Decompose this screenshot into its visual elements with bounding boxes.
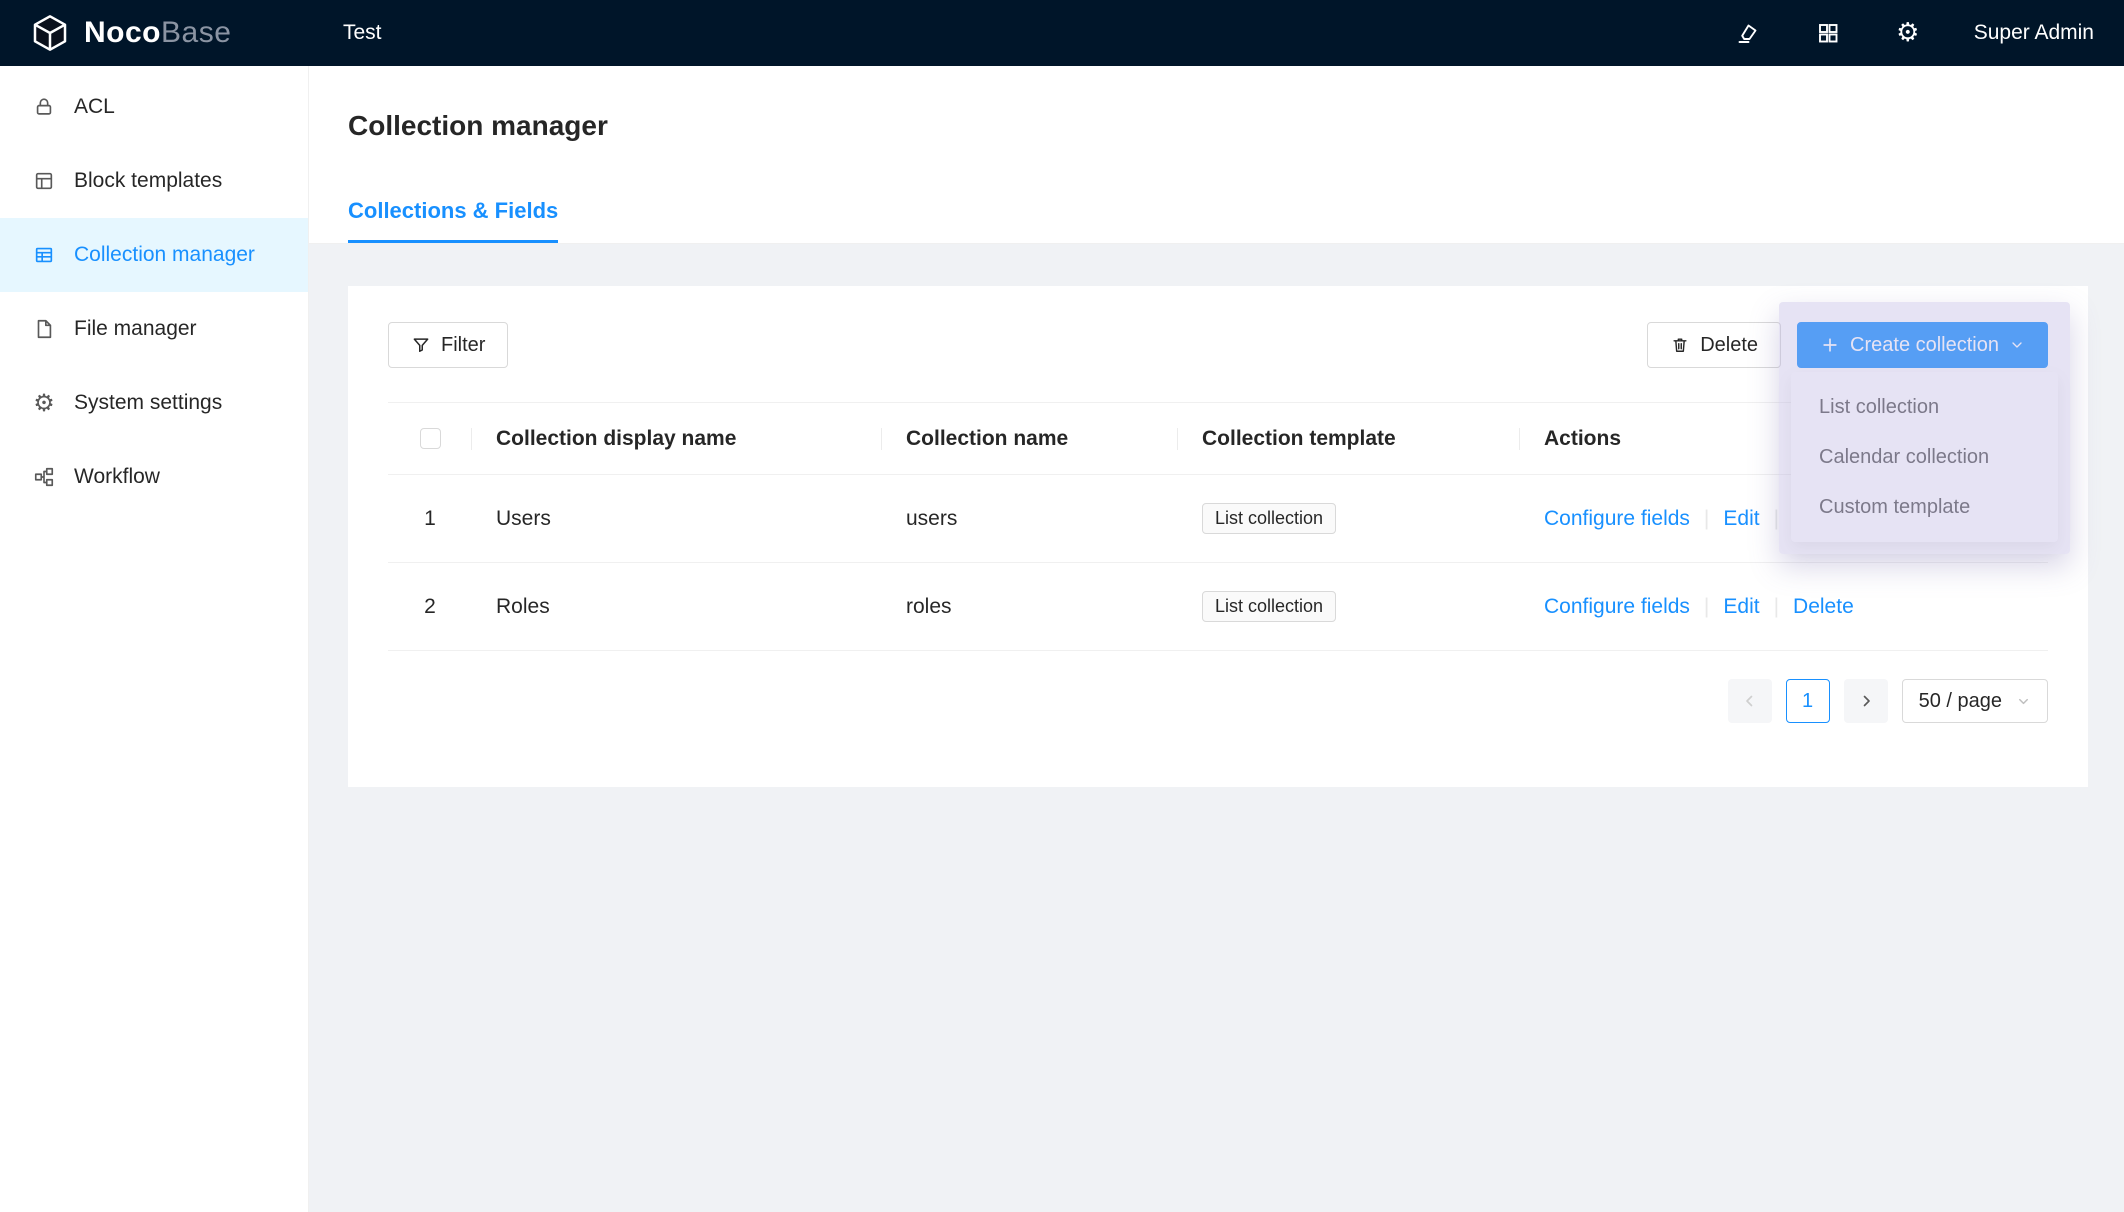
toolbar-right: Delete Create collection [1647,322,2048,368]
nocobase-logo[interactable]: NocoBase [0,13,309,53]
logo-text-secondary: Base [161,16,231,49]
tab-collections-and-fields[interactable]: Collections & Fields [348,198,558,243]
cell-display-name: Roles [472,563,882,651]
header-display-name: Collection display name [472,403,882,475]
filter-icon [411,335,431,355]
sidebar-item-label: ACL [74,95,115,119]
chevron-right-icon [1857,692,1875,710]
gear-icon: ⚙ [32,391,56,415]
page-title: Collection manager [309,66,2124,142]
page-header: Collection manager Collections & Fields [309,66,2124,244]
header-collection-name: Collection name [882,403,1178,475]
template-tag: List collection [1202,591,1336,622]
settings-gear-icon[interactable]: ⚙ [1894,19,1922,47]
create-collection-dropdown: List collection Calendar collection Cust… [1791,372,2058,542]
sidebar-item-label: Collection manager [74,243,255,267]
sidebar-item-workflow[interactable]: Workflow [0,440,308,514]
select-arrow-icon [2016,694,2031,709]
sidebar-item-label: File manager [74,317,197,341]
page-size-select[interactable]: 50 / page [1902,679,2048,723]
cell-actions: Configure fields Edit Delete [1520,563,2048,651]
tabs-bar: Collections & Fields [309,198,2124,244]
sidebar-item-label: Block templates [74,169,222,193]
lock-icon [32,95,56,119]
row-index: 1 [388,475,472,563]
logo-text-primary: Noco [84,16,161,49]
sidebar-item-acl[interactable]: ACL [0,70,308,144]
table-row: 2 Roles roles List collection Configure … [388,563,2048,651]
topbar: NocoBase Test ⚙ Super Admin [0,0,2124,66]
action-divider [1774,507,1779,530]
pagination-page-1[interactable]: 1 [1786,679,1830,723]
file-icon [32,317,56,341]
topbar-menu: Test [343,21,382,45]
chevron-left-icon [1741,692,1759,710]
sidebar-item-system-settings[interactable]: ⚙ System settings [0,366,308,440]
delete-button[interactable]: Delete [1647,322,1781,368]
topbar-right: ⚙ Super Admin [1734,19,2124,47]
action-divider [1774,595,1779,618]
create-collection-wrapper: Create collection List collection Calend… [1797,322,2048,368]
dropdown-item-list-collection[interactable]: List collection [1791,382,2058,432]
cell-collection-name: users [882,475,1178,563]
select-all-checkbox[interactable] [420,428,441,449]
pagination: 1 50 / page [388,679,2048,723]
layout-icon [32,169,56,193]
collections-card: Filter Delete [348,286,2088,787]
create-collection-button[interactable]: Create collection [1797,322,2048,368]
settings-sidebar: ACL Block templates Collection manager [0,66,309,1212]
card-toolbar: Filter Delete [388,322,2048,368]
sidebar-item-collection-manager[interactable]: Collection manager [0,218,308,292]
filter-button[interactable]: Filter [388,322,508,368]
pagination-prev-button[interactable] [1728,679,1772,723]
topbar-menu-item-test[interactable]: Test [343,21,382,44]
header-template: Collection template [1178,403,1520,475]
ui-editor-pen-icon[interactable] [1734,19,1762,47]
configure-fields-link[interactable]: Configure fields [1544,595,1690,618]
configure-fields-link[interactable]: Configure fields [1544,507,1690,530]
action-divider [1704,595,1709,618]
sidebar-item-label: Workflow [74,465,160,489]
edit-link[interactable]: Edit [1723,595,1759,618]
cell-collection-name: roles [882,563,1178,651]
delete-link[interactable]: Delete [1793,595,1854,618]
create-collection-label: Create collection [1850,334,1999,357]
delete-button-label: Delete [1700,334,1758,357]
table-icon [32,243,56,267]
template-tag: List collection [1202,503,1336,534]
row-index: 2 [388,563,472,651]
page-size-value: 50 / page [1919,690,2002,713]
content-area: Filter Delete [309,244,2124,1212]
nocobase-logo-icon [30,13,70,53]
logo-text: NocoBase [84,16,231,50]
edit-link[interactable]: Edit [1723,507,1759,530]
pagination-next-button[interactable] [1844,679,1888,723]
main-area: Collection manager Collections & Fields … [309,66,2124,1212]
app-layout: ACL Block templates Collection manager [0,66,2124,1212]
filter-button-label: Filter [441,334,485,357]
workflow-icon [32,465,56,489]
dropdown-item-custom-template[interactable]: Custom template [1791,482,2058,532]
trash-icon [1670,335,1690,355]
sidebar-item-block-templates[interactable]: Block templates [0,144,308,218]
action-divider [1704,507,1709,530]
chevron-down-icon [2009,337,2025,353]
plus-icon [1820,335,1840,355]
sidebar-item-file-manager[interactable]: File manager [0,292,308,366]
cell-display-name: Users [472,475,882,563]
plugins-grid-icon[interactable] [1814,19,1842,47]
current-user[interactable]: Super Admin [1974,21,2094,45]
dropdown-item-calendar-collection[interactable]: Calendar collection [1791,432,2058,482]
sidebar-item-label: System settings [74,391,222,415]
